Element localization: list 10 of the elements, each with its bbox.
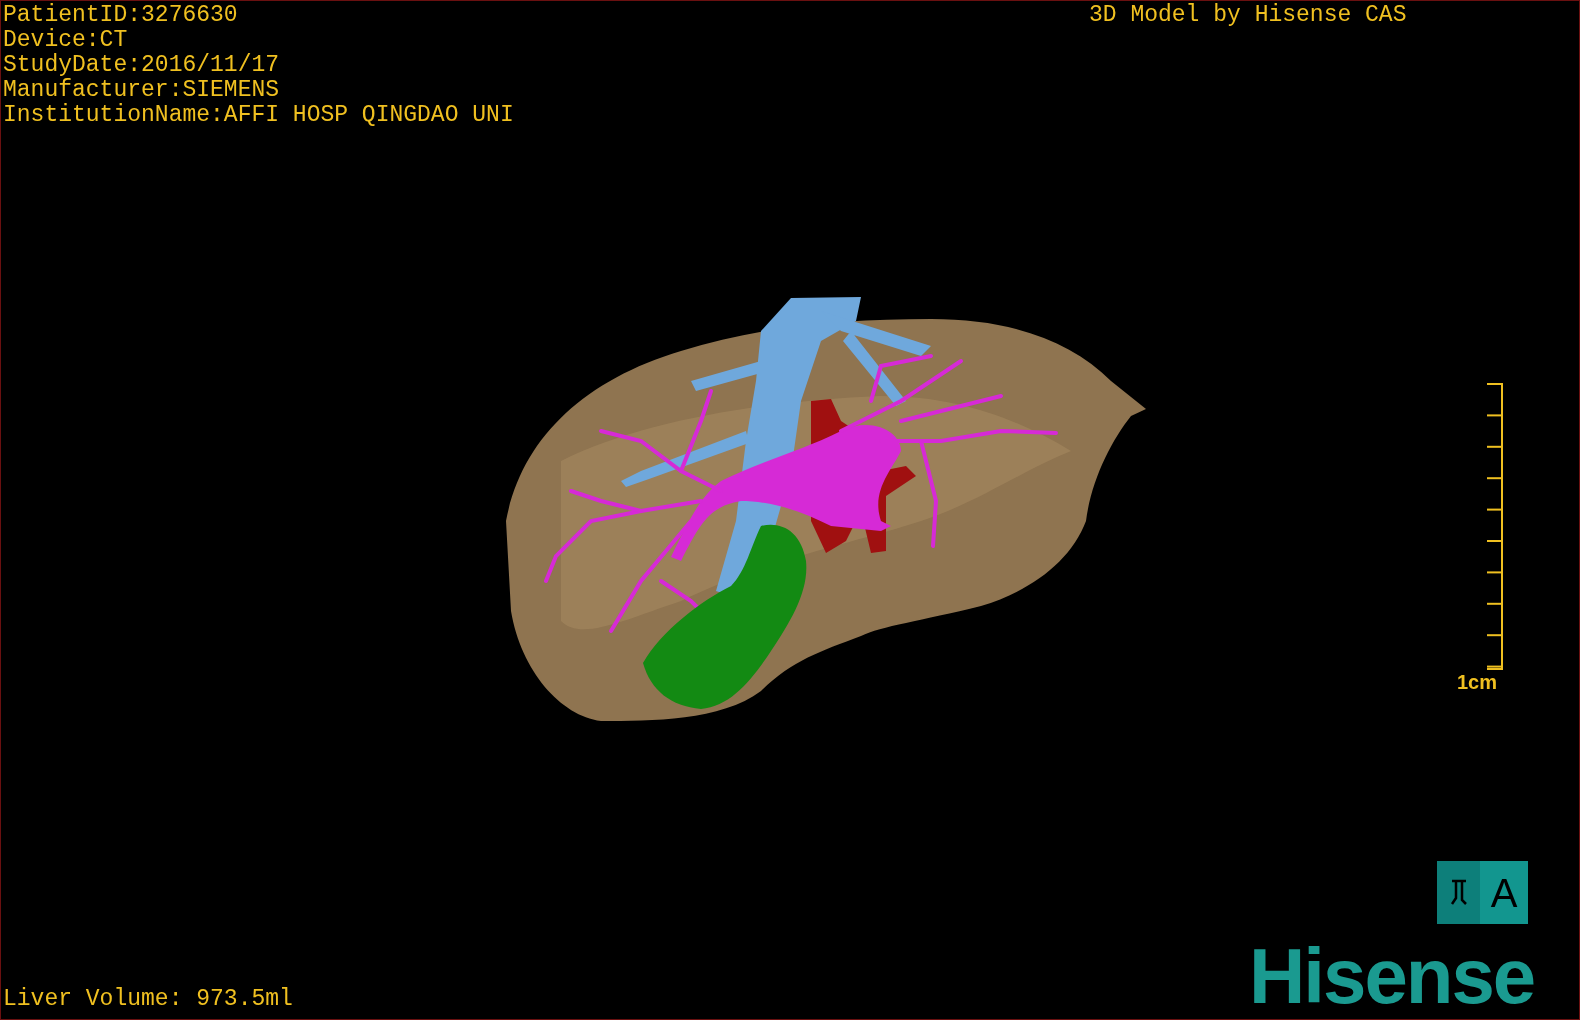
patient-info-text: StudyDate:2016/11/17 — [3, 53, 281, 78]
scale-label: 1cm — [1457, 671, 1498, 693]
patient-info-text: PatientID:3276630 — [3, 3, 239, 28]
cube-face-label: A — [1490, 872, 1518, 913]
brand-logo: Hisense — [1249, 936, 1535, 1016]
patient-info-text: Manufacturer:SIEMENS — [3, 78, 281, 103]
liver-volume-text: Liver Volume: 973.5ml — [3, 987, 293, 1012]
patient-info-text: InstitutionName:AFFI HOSP QINGDAO UNI — [3, 103, 514, 128]
patient-info-text: Device:CT — [3, 28, 129, 53]
viewer-title: 3D Model by Hisense CAS — [1089, 3, 1407, 28]
